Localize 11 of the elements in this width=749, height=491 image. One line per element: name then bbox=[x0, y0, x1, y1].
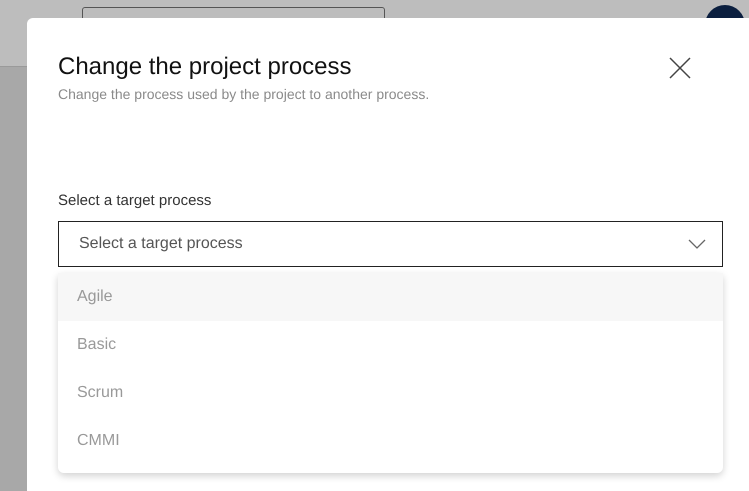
dialog-subtitle: Change the process used by the project to another process. bbox=[58, 85, 430, 104]
close-button[interactable] bbox=[668, 56, 692, 80]
dropdown-option[interactable]: CMMI bbox=[58, 417, 723, 465]
dropdown-option[interactable]: Scrum bbox=[58, 369, 723, 417]
dropdown-option[interactable]: Basic bbox=[58, 321, 723, 369]
field-label: Select a target process bbox=[58, 191, 212, 211]
close-icon bbox=[668, 56, 692, 80]
process-select[interactable]: Select a target process bbox=[58, 221, 723, 267]
dropdown-option[interactable]: Agile bbox=[58, 273, 723, 321]
dialog-title: Change the project process bbox=[58, 52, 352, 82]
chevron-down-icon bbox=[688, 239, 706, 249]
